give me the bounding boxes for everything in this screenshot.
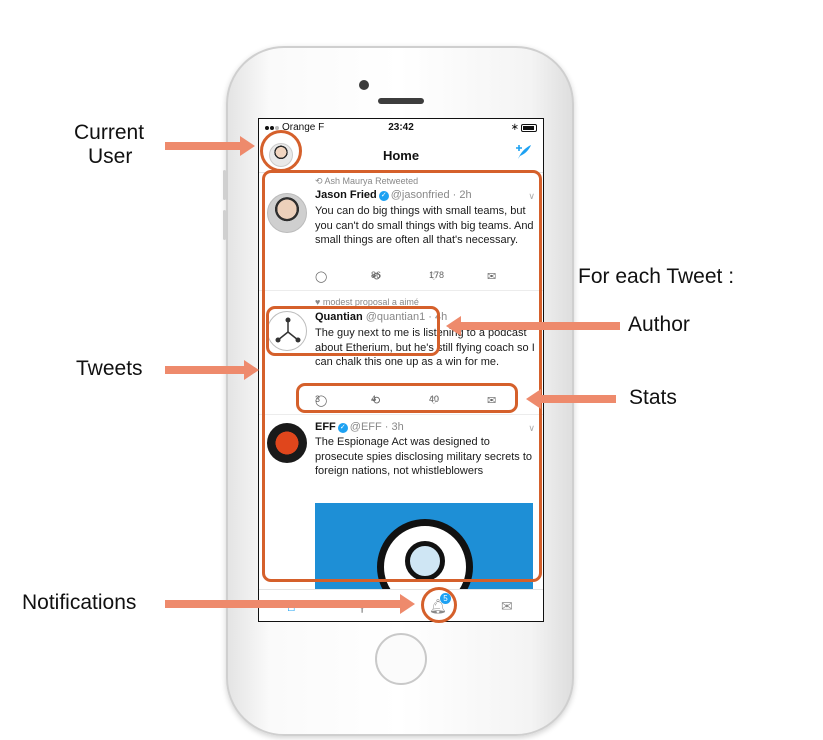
for-each-tweet-label: For each Tweet : — [578, 265, 735, 288]
notifications-label: Notifications — [22, 591, 137, 614]
current-user-label-line2: User — [88, 145, 133, 168]
current-user-label-line1: Current — [74, 121, 145, 144]
home-button[interactable] — [375, 633, 427, 685]
messages-tab-icon[interactable]: ✉ — [501, 598, 513, 615]
clock: 23:42 — [388, 122, 414, 133]
author-arrow — [446, 316, 620, 336]
notifications-arrow — [165, 594, 415, 614]
volume-button — [223, 210, 226, 240]
volume-button — [223, 170, 226, 200]
current-user-label: Current User — [74, 121, 144, 169]
author-label: Author — [628, 313, 690, 336]
stats-label: Stats — [629, 386, 677, 409]
tweets-label: Tweets — [76, 357, 143, 380]
notifications-highlight — [421, 587, 457, 623]
front-camera — [359, 80, 369, 90]
bluetooth-icon: ∗ — [510, 122, 519, 133]
tweets-highlight — [262, 170, 542, 582]
current-user-highlight — [260, 130, 302, 172]
speaker-grille — [378, 98, 424, 104]
author-highlight — [266, 306, 440, 356]
compose-tweet-icon[interactable] — [515, 144, 533, 165]
status-bar: Orange F 23:42 ∗ — [259, 119, 543, 137]
tweets-arrow — [165, 360, 259, 380]
stats-highlight — [296, 383, 518, 413]
battery-icon — [521, 124, 537, 132]
current-user-arrow — [165, 136, 255, 156]
stats-arrow — [526, 389, 616, 409]
